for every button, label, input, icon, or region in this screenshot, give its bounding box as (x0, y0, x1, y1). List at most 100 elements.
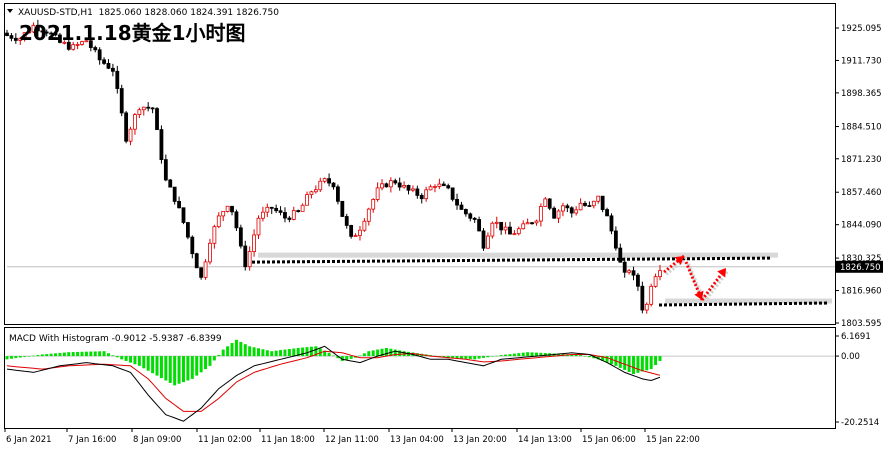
histogram-bar (521, 352, 525, 357)
histogram-bar (512, 353, 516, 357)
price-axis: 1925.095 1911.730 1898.365 1884.510 1871.230… (835, 24, 883, 329)
macd-header: MACD With Histogram -0.9012 -5.9387 -6.8… (9, 334, 222, 344)
histogram-bar (120, 356, 124, 360)
histogram-bar (186, 356, 190, 381)
current-price-label: 1826.750 (840, 263, 881, 273)
histogram-bar (45, 354, 49, 357)
histogram-bar (384, 347, 388, 357)
candle (238, 224, 243, 249)
chart-window: 1925.095 1911.730 1898.365 1884.510 1871.230… (0, 0, 887, 452)
candle (349, 224, 354, 239)
histogram-bar (199, 356, 203, 373)
histogram-bar (204, 356, 208, 370)
histogram-bar (89, 351, 93, 357)
candle (124, 111, 129, 144)
histogram-bar (133, 356, 137, 365)
candle (155, 107, 159, 130)
histogram-bar (208, 356, 212, 366)
annotation-title: 2021.1.18黄金1小时图 (19, 21, 246, 45)
price-tick-label: 1844.090 (841, 221, 882, 231)
histogram-bar (473, 356, 477, 360)
histogram-bar (54, 353, 58, 357)
histogram-bar (658, 356, 662, 361)
histogram-bar (640, 356, 644, 372)
candle (609, 213, 614, 235)
histogram-bar (468, 356, 472, 360)
candle (481, 228, 486, 251)
histogram-bar (146, 356, 150, 371)
candle (168, 178, 173, 188)
histogram-bar (181, 356, 185, 383)
macd-tick-label: 6.1691 (841, 332, 871, 342)
candle (490, 221, 495, 239)
histogram-bar (345, 356, 349, 360)
histogram-bar (226, 346, 230, 357)
price-tick-label: 1816.960 (841, 287, 882, 297)
histogram-bar (93, 351, 97, 357)
histogram-bar (490, 356, 494, 357)
time-tick-label: 12 Jan 11:00 (325, 435, 379, 445)
histogram-bar (579, 355, 583, 357)
candle (600, 195, 605, 213)
histogram-bar (27, 356, 31, 357)
histogram-bar (212, 356, 216, 361)
histogram-bar (587, 356, 591, 358)
macd-tick-label: -20.2514 (841, 418, 879, 428)
histogram-bar (305, 347, 309, 357)
histogram-bar (327, 352, 331, 357)
histogram-bar (508, 354, 512, 357)
histogram-bar (495, 355, 499, 357)
histogram-bar (195, 356, 199, 376)
candle (203, 259, 208, 280)
symbol-header: XAUUSD-STD,H1 1825.060 1828.060 1824.391… (18, 8, 279, 18)
histogram-bar (530, 352, 534, 357)
histogram-bar (459, 356, 463, 359)
histogram-bar (49, 353, 53, 357)
candle (336, 184, 340, 205)
histogram-bar (477, 356, 481, 359)
histogram-bar (221, 349, 225, 357)
histogram-bar (230, 343, 234, 357)
candle (640, 281, 645, 314)
histogram-bar (526, 352, 530, 357)
histogram-bar (486, 356, 490, 358)
price-pane-frame (4, 3, 836, 325)
histogram-bar (58, 352, 62, 357)
histogram-bar (332, 355, 335, 357)
histogram-bar (217, 354, 221, 357)
time-tick-label: 13 Jan 20:00 (453, 435, 507, 445)
candle (450, 187, 455, 202)
time-tick-label: 6 Jan 2021 (6, 435, 52, 445)
candle (340, 200, 345, 217)
histogram-bar (98, 351, 102, 357)
candle (234, 209, 239, 231)
histogram-bar (168, 356, 172, 383)
histogram-bar (84, 351, 88, 357)
histogram-bar (239, 341, 243, 357)
candle (225, 205, 230, 213)
macd-tick-label: 0.00 (841, 352, 860, 362)
histogram-bar (265, 350, 269, 357)
histogram-bar (574, 354, 578, 357)
histogram-bar (173, 356, 177, 386)
candle (552, 206, 557, 219)
histogram-bar (367, 351, 371, 357)
histogram-bar (111, 355, 115, 357)
time-tick-label: 11 Jan 02:00 (198, 435, 252, 445)
histogram-bar (279, 350, 283, 357)
time-tick-label: 14 Jan 13:00 (518, 435, 572, 445)
histogram-bar (243, 344, 247, 357)
histogram-bar (155, 356, 159, 376)
histogram-bar (151, 356, 155, 374)
histogram-bar (159, 356, 163, 379)
price-tick-label: 1871.230 (841, 155, 882, 165)
histogram-bar (283, 349, 287, 357)
price-tick-label: 1857.460 (841, 188, 882, 198)
price-tick-label: 1898.365 (841, 89, 882, 99)
histogram-bar (349, 356, 353, 359)
histogram-bar (645, 356, 649, 371)
histogram-bar (274, 350, 278, 357)
histogram-bar (252, 347, 256, 357)
time-tick-label: 8 Jan 09:00 (133, 435, 181, 445)
histogram-bar (504, 354, 508, 357)
